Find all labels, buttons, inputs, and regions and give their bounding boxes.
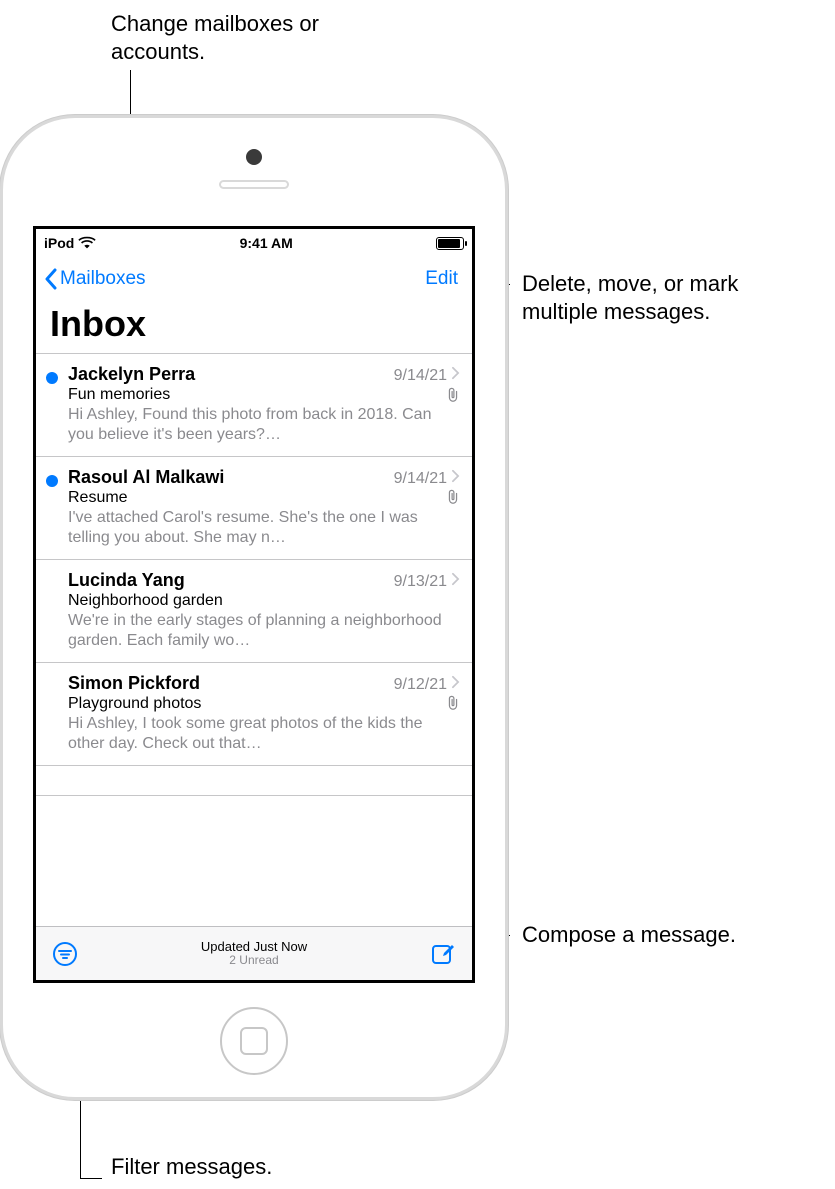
home-button[interactable]	[220, 1007, 288, 1075]
preview: Hi Ashley, Found this photo from back in…	[68, 405, 460, 446]
attachment-icon	[446, 695, 460, 711]
sender: Jackelyn Perra	[68, 364, 394, 385]
message-row[interactable]: Rasoul Al Malkawi 9/14/21 Resume I've at…	[36, 457, 472, 560]
preview: We're in the early stages of planning a …	[68, 611, 460, 652]
subject: Resume	[68, 489, 440, 507]
chevron-right-icon	[451, 469, 460, 483]
page-title: Inbox	[36, 301, 472, 353]
sender: Simon Pickford	[68, 673, 394, 694]
edit-button[interactable]: Edit	[425, 268, 464, 290]
callout-compose: Compose a message.	[522, 921, 736, 949]
attachment-icon	[446, 387, 460, 403]
chevron-left-icon	[44, 268, 58, 290]
sender: Lucinda Yang	[68, 570, 394, 591]
bottom-toolbar: Updated Just Now 2 Unread	[36, 926, 472, 980]
callout-edit: Delete, move, or mark multiple messages.	[522, 270, 802, 325]
date: 9/14/21	[394, 470, 447, 488]
carrier-label: iPod	[44, 235, 74, 251]
subject: Playground photos	[68, 695, 440, 713]
chevron-right-icon	[451, 675, 460, 689]
message-list[interactable]: Jackelyn Perra 9/14/21 Fun memories Hi A…	[36, 353, 472, 980]
sender: Rasoul Al Malkawi	[68, 467, 394, 488]
preview: Hi Ashley, I took some great photos of t…	[68, 714, 460, 755]
leader-filter-h	[80, 1178, 102, 1179]
subject: Fun memories	[68, 386, 440, 404]
filter-icon	[52, 941, 78, 967]
nav-bar: Mailboxes Edit	[36, 257, 472, 301]
attachment-icon	[446, 489, 460, 505]
compose-icon	[430, 941, 456, 967]
wifi-icon	[78, 236, 96, 250]
chevron-right-icon	[451, 572, 460, 586]
device-frame: iPod 9:41 AM Mailboxes Edit In	[0, 115, 508, 1100]
subject: Neighborhood garden	[68, 592, 460, 610]
device-speaker	[219, 180, 289, 189]
chevron-right-icon	[451, 366, 460, 380]
status-time: 9:41 AM	[240, 235, 293, 251]
callout-mailboxes: Change mailboxes or accounts.	[111, 10, 391, 65]
unread-dot-icon	[46, 372, 58, 384]
back-label: Mailboxes	[60, 268, 146, 290]
screen: iPod 9:41 AM Mailboxes Edit In	[33, 226, 475, 983]
battery-icon	[436, 237, 464, 250]
message-row[interactable]: Simon Pickford 9/12/21 Playground photos…	[36, 663, 472, 766]
date: 9/13/21	[394, 573, 447, 591]
message-row[interactable]	[36, 766, 472, 796]
message-row[interactable]: Lucinda Yang 9/13/21 Neighborhood garden…	[36, 560, 472, 663]
compose-button[interactable]	[428, 939, 458, 969]
date: 9/14/21	[394, 367, 447, 385]
date: 9/12/21	[394, 676, 447, 694]
toolbar-status: Updated Just Now 2 Unread	[201, 940, 307, 967]
message-row[interactable]: Jackelyn Perra 9/14/21 Fun memories Hi A…	[36, 354, 472, 457]
unread-dot-icon	[46, 475, 58, 487]
preview: I've attached Carol's resume. She's the …	[68, 508, 460, 549]
callout-filter: Filter messages.	[111, 1153, 272, 1181]
filter-button[interactable]	[50, 939, 80, 969]
status-bar: iPod 9:41 AM	[36, 229, 472, 257]
updated-label: Updated Just Now	[201, 940, 307, 954]
unread-count-label: 2 Unread	[201, 954, 307, 967]
back-mailboxes-button[interactable]: Mailboxes	[44, 268, 146, 290]
